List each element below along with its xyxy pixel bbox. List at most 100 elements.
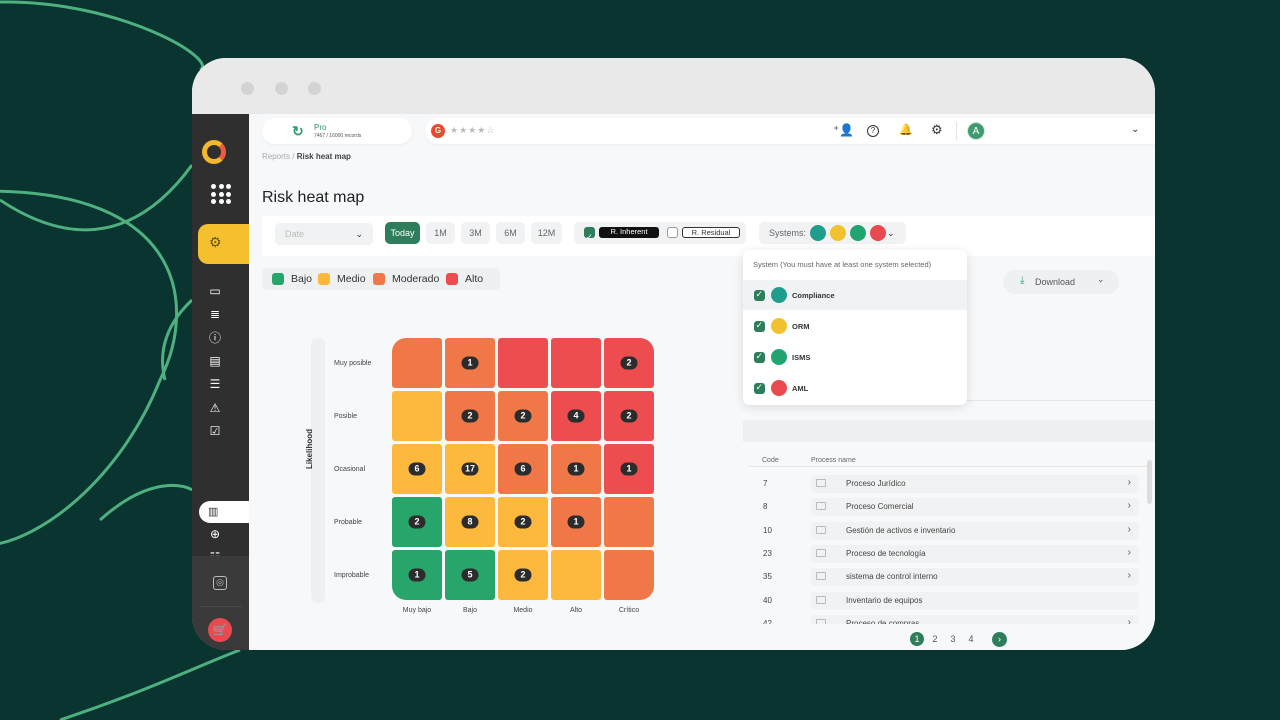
chevron-right-icon[interactable]: › xyxy=(1128,547,1131,558)
range-3m-button[interactable]: 3M xyxy=(461,222,490,244)
cart-icon[interactable]: 🛒 xyxy=(208,618,232,642)
page-3-button[interactable]: 3 xyxy=(946,632,960,646)
heatmap-cell[interactable]: 6 xyxy=(498,444,548,494)
heatmap-cell[interactable] xyxy=(604,497,654,547)
bell-icon[interactable]: 🔔 xyxy=(899,123,913,136)
archive-icon[interactable]: ▤ xyxy=(208,354,222,368)
sliders-icon[interactable]: ☰ xyxy=(208,377,222,391)
breadcrumb-reports[interactable]: Reports / xyxy=(262,152,294,161)
user-avatar[interactable]: A xyxy=(967,122,985,140)
process-cell[interactable]: Proceso Jurídico › xyxy=(811,475,1139,493)
inherent-checkbox[interactable] xyxy=(584,226,595,248)
heatmap-cell[interactable] xyxy=(551,550,601,600)
plan-usage-card[interactable]: ↻ Pro 7467 / 16000 records xyxy=(262,118,412,144)
next-page-button[interactable]: › xyxy=(992,632,1007,647)
list-lines-icon[interactable]: ≣ xyxy=(208,307,222,321)
process-cell[interactable]: sistema de control interno › xyxy=(811,568,1139,587)
system-checkbox[interactable] xyxy=(754,289,765,301)
warning-icon[interactable]: ⚠ xyxy=(208,401,222,415)
process-cell[interactable]: Proceso de compras › xyxy=(811,614,1139,624)
account-menu-chevron-icon[interactable]: ⌄ xyxy=(1131,124,1139,135)
window-dot-minimize[interactable] xyxy=(275,82,288,95)
process-cell[interactable]: Proceso Comercial › xyxy=(811,498,1139,517)
heatmap-cell[interactable]: 2 xyxy=(498,497,548,547)
column-header-process-name[interactable]: Process name xyxy=(811,457,856,464)
window-dot-close[interactable] xyxy=(241,82,254,95)
process-cell[interactable]: Proceso de tecnología › xyxy=(811,544,1139,563)
heatmap-cell[interactable]: 5 xyxy=(445,550,495,600)
window-dot-maximize[interactable] xyxy=(308,82,321,95)
active-module-orm[interactable]: ⚙ xyxy=(198,224,261,264)
table-row[interactable]: 23 Proceso de tecnología › xyxy=(749,544,1139,563)
heatmap-cell[interactable] xyxy=(604,550,654,600)
monitor-icon[interactable]: ▭ xyxy=(208,284,222,298)
chevron-right-icon[interactable]: › xyxy=(1128,477,1131,488)
heatmap-cell[interactable]: 2 xyxy=(604,338,654,388)
table-row[interactable]: 35 sistema de control interno › xyxy=(749,568,1139,587)
chevron-right-icon[interactable]: › xyxy=(1128,500,1131,511)
system-option-aml[interactable]: AML xyxy=(743,373,967,403)
table-row[interactable]: 40 Inventario de equipos xyxy=(749,591,1139,610)
heatmap-cell[interactable] xyxy=(392,338,442,388)
system-option-isms[interactable]: ISMS xyxy=(743,342,967,372)
residual-checkbox[interactable] xyxy=(667,227,678,238)
residual-chip[interactable]: R. Residual xyxy=(682,227,740,238)
date-select[interactable]: Date ⌄ xyxy=(275,223,373,245)
process-cell[interactable]: Inventario de equipos xyxy=(811,591,1139,610)
table-scrollbar[interactable] xyxy=(1147,460,1152,504)
heatmap-cell[interactable]: 1 xyxy=(604,444,654,494)
heatmap-cell[interactable]: 1 xyxy=(392,550,442,600)
system-checkbox[interactable] xyxy=(754,351,765,363)
sidebar-item-reports-active[interactable]: ▥ xyxy=(199,501,254,523)
page-1-button[interactable]: 1 xyxy=(910,632,924,646)
heatmap-cell[interactable]: 8 xyxy=(445,497,495,547)
heatmap-cell[interactable] xyxy=(551,338,601,388)
download-button[interactable]: ⤓ Download ⌄ xyxy=(1003,270,1119,294)
table-row[interactable]: 8 Proceso Comercial › xyxy=(749,498,1139,517)
range-1m-button[interactable]: 1M xyxy=(426,222,455,244)
page-2-button[interactable]: 2 xyxy=(928,632,942,646)
system-option-orm[interactable]: ORM xyxy=(743,311,967,341)
range-12m-button[interactable]: 12M xyxy=(531,222,562,244)
g2-logo-icon[interactable]: G xyxy=(431,124,445,138)
target-icon[interactable]: ⊕ xyxy=(208,527,222,541)
chevron-right-icon[interactable]: › xyxy=(1128,617,1131,624)
heatmap-cell[interactable]: 2 xyxy=(498,550,548,600)
support-icon[interactable]: ◎ xyxy=(213,576,227,590)
app-logo[interactable] xyxy=(202,140,226,164)
alert-circle-icon[interactable]: ⓘ xyxy=(208,331,222,345)
heatmap-cell[interactable]: 2 xyxy=(604,391,654,441)
heatmap-cell[interactable]: 2 xyxy=(392,497,442,547)
rating-stars[interactable]: ★★★★☆ xyxy=(450,125,495,136)
system-option-compliance[interactable]: Compliance xyxy=(743,280,967,310)
heatmap-cell[interactable]: 6 xyxy=(392,444,442,494)
systems-select[interactable]: Systems: ⌄ xyxy=(759,222,906,244)
range-6m-button[interactable]: 6M xyxy=(496,222,525,244)
heatmap-cell[interactable]: 1 xyxy=(445,338,495,388)
apps-grid-icon[interactable] xyxy=(211,184,231,204)
process-cell[interactable]: Gestión de activos e inventario › xyxy=(811,521,1139,540)
heatmap-cell[interactable]: 1 xyxy=(551,497,601,547)
help-icon[interactable]: ? xyxy=(867,125,879,137)
page-4-button[interactable]: 4 xyxy=(964,632,978,646)
heatmap-cell[interactable]: 1 xyxy=(551,444,601,494)
add-user-icon[interactable]: ⁺👤 xyxy=(833,123,854,137)
range-today-button[interactable]: Today xyxy=(385,222,420,244)
clipboard-check-icon[interactable]: ☑ xyxy=(208,424,222,438)
heatmap-cell[interactable]: 2 xyxy=(498,391,548,441)
heatmap-cell[interactable]: 4 xyxy=(551,391,601,441)
heatmap-cell[interactable] xyxy=(392,391,442,441)
table-row[interactable]: 10 Gestión de activos e inventario › xyxy=(749,521,1139,540)
heatmap-cell[interactable] xyxy=(498,338,548,388)
heatmap-cell[interactable]: 2 xyxy=(445,391,495,441)
table-row[interactable]: 42 Proceso de compras › xyxy=(749,614,1139,624)
chevron-right-icon[interactable]: › xyxy=(1128,570,1131,581)
chevron-right-icon[interactable]: › xyxy=(1128,524,1131,535)
heatmap-cell[interactable]: 17 xyxy=(445,444,495,494)
settings-gear-icon[interactable]: ⚙ xyxy=(931,122,943,138)
column-header-code[interactable]: Code xyxy=(762,457,779,464)
table-row[interactable]: 7 Proceso Jurídico › xyxy=(749,475,1139,493)
system-checkbox[interactable] xyxy=(754,320,765,332)
system-checkbox[interactable] xyxy=(754,382,765,394)
inherent-chip[interactable]: R. Inherent xyxy=(599,227,659,238)
